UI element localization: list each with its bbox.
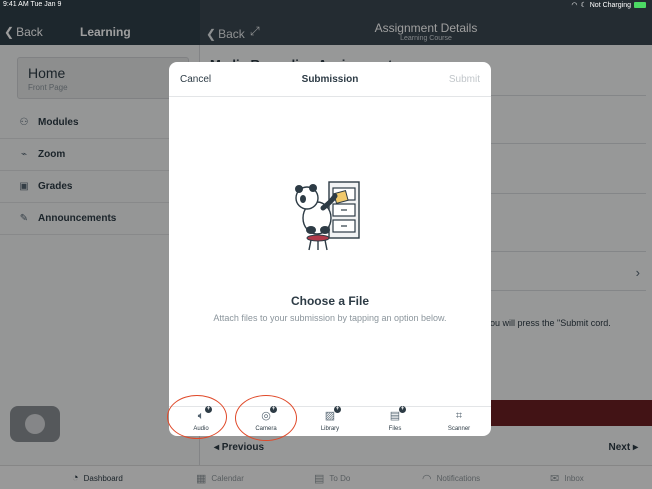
option-label: Scanner	[447, 426, 471, 432]
modal-title: Submission	[301, 74, 359, 85]
modal-header: Cancel Submission Submit	[169, 62, 491, 97]
annotation-circle-audio	[167, 395, 227, 439]
choose-file-description: Attach files to your submission by tappi…	[213, 313, 447, 323]
files-option[interactable]: ▤ + Files	[370, 406, 420, 436]
library-option[interactable]: ▨ + Library	[305, 406, 355, 436]
scanner-icon: ⌗	[455, 410, 463, 422]
wifi-icon: ◠	[571, 2, 578, 9]
choose-file-heading: Choose a File	[290, 294, 370, 308]
status-time: 9:41 AM Tue Jan 9	[3, 1, 62, 8]
option-label: Library	[320, 426, 340, 432]
status-bar: 9:41 AM Tue Jan 9 ◠ ☾ Not Charging	[0, 0, 652, 10]
battery-status-text: Not Charging	[589, 1, 631, 9]
plus-badge-icon: +	[334, 406, 341, 413]
plus-badge-icon: +	[399, 406, 406, 413]
submission-modal: Cancel Submission Submit Choose a File A…	[169, 62, 491, 436]
option-label: Files	[388, 426, 402, 432]
library-icon: ▨ +	[324, 406, 341, 422]
files-icon: ▤ +	[389, 406, 406, 422]
battery-icon	[634, 2, 646, 8]
submit-button[interactable]: Submit	[449, 74, 480, 85]
status-right: ◠ ☾ Not Charging	[571, 1, 646, 9]
panda-filing-cabinet-illustration	[295, 181, 360, 251]
scanner-option[interactable]: ⌗ Scanner	[434, 409, 484, 436]
annotation-circle-camera	[235, 395, 297, 441]
moon-icon: ☾	[580, 2, 587, 9]
